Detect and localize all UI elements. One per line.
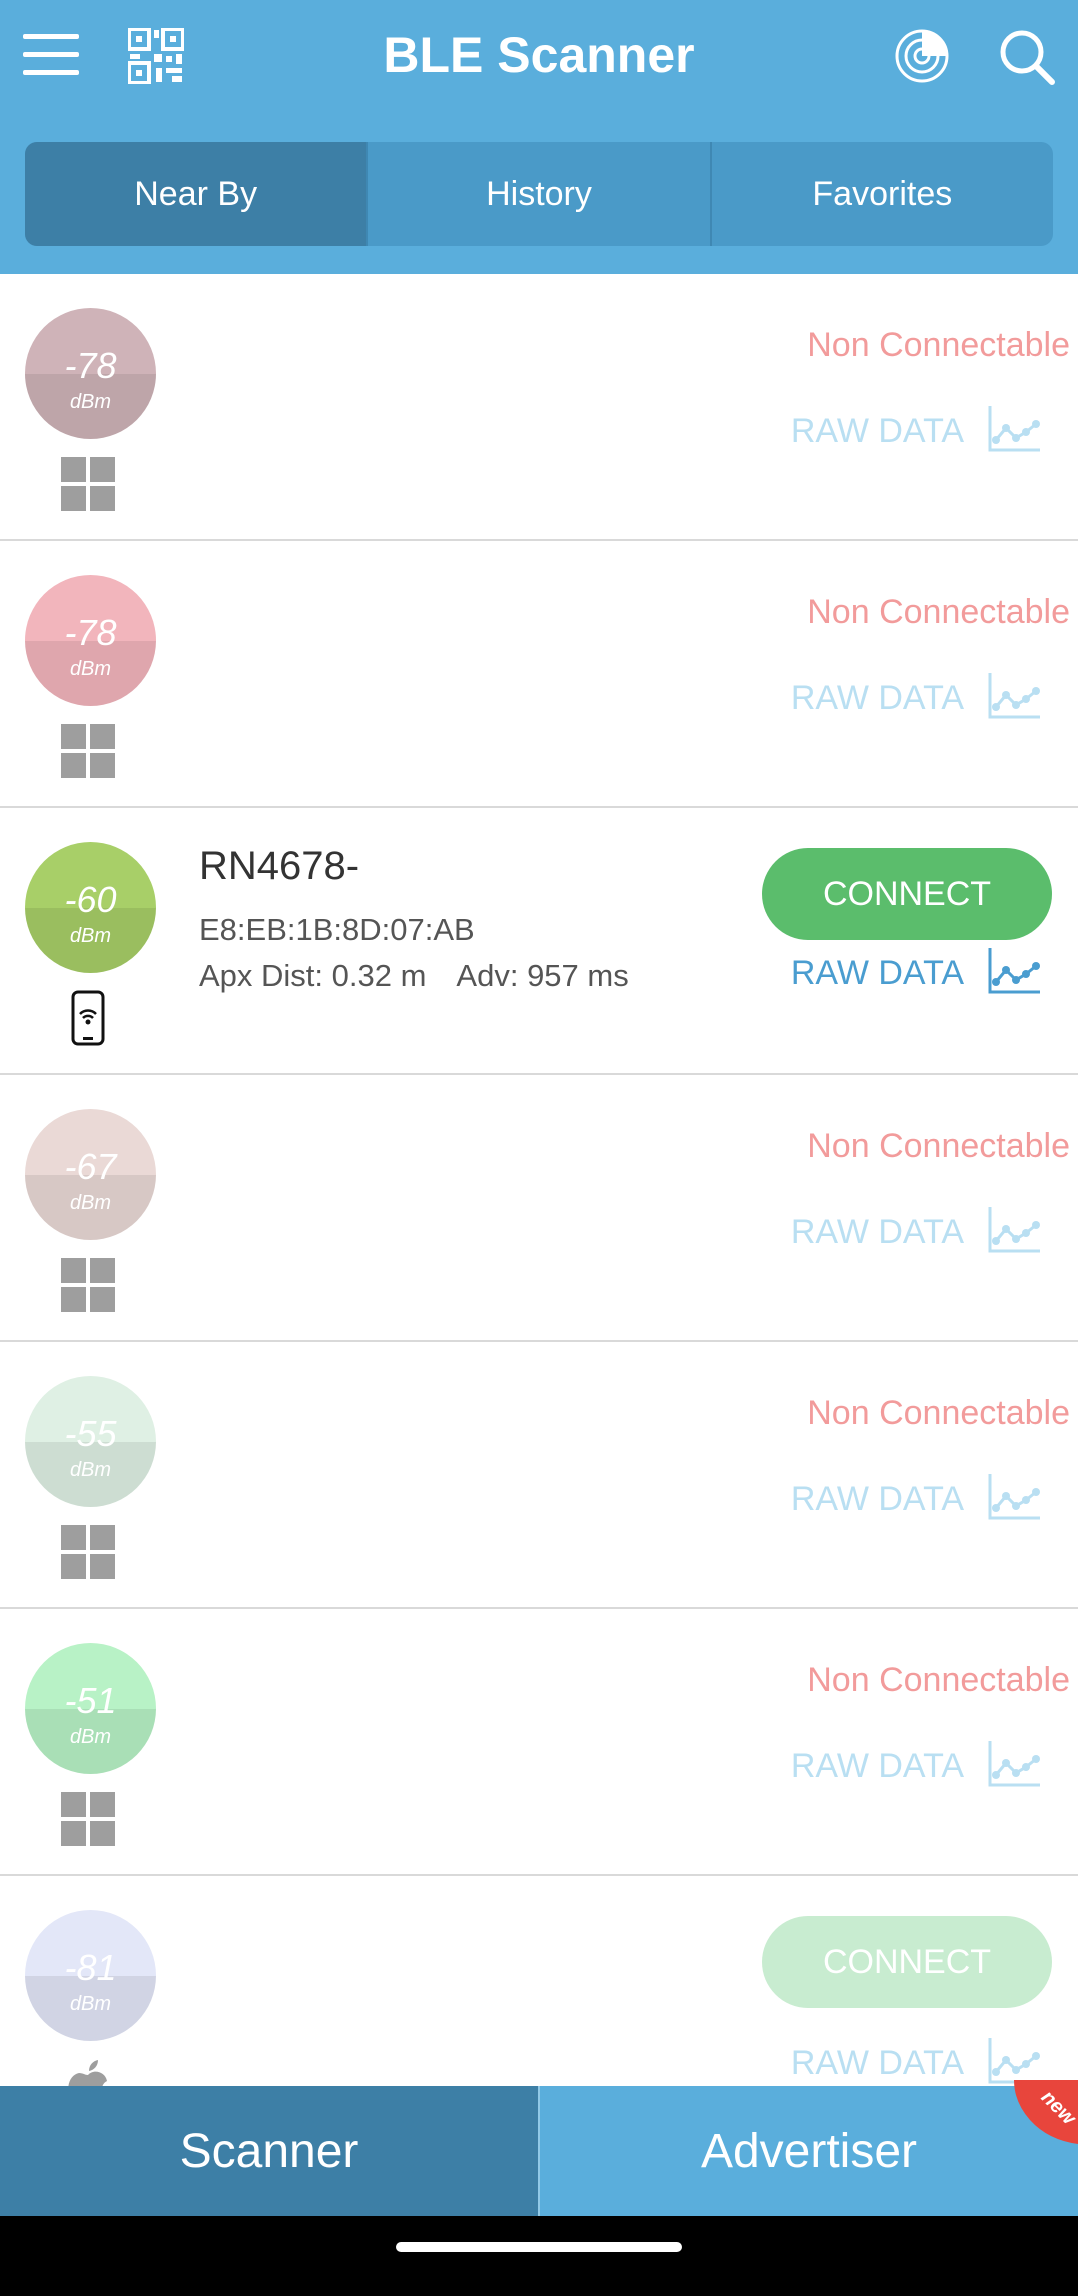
device-row[interactable]: -55 dBm Non Connectable RAW DATA <box>0 1342 1078 1609</box>
raw-data-link[interactable]: RAW DATA <box>791 954 964 993</box>
device-list[interactable]: -78 dBm Non Connectable RAW DATA -78 dBm <box>0 274 1078 2086</box>
rssi-badge: -67 dBm <box>25 1109 156 1240</box>
tab-advertiser-label: Advertiser <box>700 2124 918 2178</box>
tab-scanner[interactable]: Scanner <box>0 2086 538 2216</box>
connect-button[interactable]: CONNECT <box>762 1916 1052 2008</box>
apple-icon <box>61 2059 115 2086</box>
rssi-badge: -55 dBm <box>25 1376 156 1507</box>
device-distance: Apx Dist: 0.32 m <box>199 958 427 993</box>
tab-near-by[interactable]: Near By <box>25 142 369 246</box>
windows-icon <box>61 1258 115 1312</box>
device-row[interactable]: -78 dBm Non Connectable RAW DATA <box>0 274 1078 541</box>
new-badge: new <box>1014 2080 1078 2144</box>
rssi-unit: dBm <box>69 1726 112 1748</box>
chart-icon[interactable] <box>986 946 1042 1001</box>
non-connectable-label: Non Connectable <box>807 326 1070 364</box>
rssi-value: -78 <box>64 345 117 386</box>
device-row[interactable]: -60 dBm RN4678- E8:EB:1B:8D:07:AB Apx Di… <box>0 808 1078 1075</box>
raw-data-link[interactable]: RAW DATA <box>791 412 964 451</box>
rssi-value: -60 <box>64 879 117 920</box>
rssi-unit: dBm <box>69 658 112 680</box>
device-mac: E8:EB:1B:8D:07:AB <box>199 912 475 947</box>
windows-icon <box>61 457 115 511</box>
rssi-badge: -81 dBm <box>25 1910 156 2041</box>
tab-history[interactable]: History <box>368 142 712 246</box>
raw-data-link[interactable]: RAW DATA <box>791 679 964 718</box>
tab-advertiser[interactable]: Advertiser new <box>538 2080 1078 2216</box>
tab-bar: Near By History Favorites <box>25 142 1053 246</box>
home-indicator[interactable] <box>396 2242 682 2252</box>
rssi-value: -78 <box>64 612 117 653</box>
device-row[interactable]: -67 dBm Non Connectable RAW DATA <box>0 1075 1078 1342</box>
raw-data-link[interactable]: RAW DATA <box>791 1747 964 1786</box>
rssi-value: -55 <box>64 1413 117 1454</box>
connect-button[interactable]: CONNECT <box>762 848 1052 940</box>
non-connectable-label: Non Connectable <box>807 1127 1070 1165</box>
non-connectable-label: Non Connectable <box>807 1661 1070 1699</box>
rssi-badge: -51 dBm <box>25 1643 156 1774</box>
rssi-badge: -60 dBm <box>25 842 156 973</box>
rssi-unit: dBm <box>69 1192 112 1214</box>
device-row[interactable]: -78 dBm Non Connectable RAW DATA <box>0 541 1078 808</box>
tab-favorites[interactable]: Favorites <box>712 142 1053 246</box>
device-row[interactable]: -51 dBm Non Connectable RAW DATA <box>0 1609 1078 1876</box>
chart-icon[interactable] <box>986 1205 1042 1260</box>
windows-icon <box>61 724 115 778</box>
radar-icon[interactable] <box>892 26 952 86</box>
bottom-tab-bar: Scanner Advertiser new <box>0 2080 1078 2216</box>
app-header: BLE Scanner Near By History Favorites <box>0 0 1078 274</box>
rssi-badge: -78 dBm <box>25 308 156 439</box>
rssi-unit: dBm <box>69 391 112 413</box>
chart-icon[interactable] <box>986 1472 1042 1527</box>
device-meta: Apx Dist: 0.32 m Adv: 957 ms <box>199 958 629 994</box>
chart-icon[interactable] <box>986 1739 1042 1794</box>
rssi-unit: dBm <box>69 925 112 947</box>
rssi-unit: dBm <box>69 1993 112 2015</box>
rssi-value: -81 <box>64 1947 117 1988</box>
rssi-badge: -78 dBm <box>25 575 156 706</box>
rssi-unit: dBm <box>69 1459 112 1481</box>
device-name: RN4678- <box>199 844 360 888</box>
phone-icon <box>61 990 115 1046</box>
device-adv-interval: Adv: 957 ms <box>456 958 629 993</box>
chart-icon[interactable] <box>986 2036 1042 2086</box>
windows-icon <box>61 1525 115 1579</box>
device-row[interactable]: -81 dBm CONNECT RAW DATA <box>0 1876 1078 2086</box>
windows-icon <box>61 1792 115 1846</box>
raw-data-link[interactable]: RAW DATA <box>791 1213 964 1252</box>
app-root: BLE Scanner Near By History Favorites -7… <box>0 0 1078 2296</box>
non-connectable-label: Non Connectable <box>807 593 1070 631</box>
chart-icon[interactable] <box>986 671 1042 726</box>
non-connectable-label: Non Connectable <box>807 1394 1070 1432</box>
raw-data-link[interactable]: RAW DATA <box>791 2044 964 2083</box>
system-nav-bar <box>0 2216 1078 2296</box>
rssi-value: -51 <box>64 1680 117 1721</box>
search-icon[interactable] <box>996 26 1058 88</box>
raw-data-link[interactable]: RAW DATA <box>791 1480 964 1519</box>
chart-icon[interactable] <box>986 404 1042 459</box>
rssi-value: -67 <box>64 1146 117 1187</box>
